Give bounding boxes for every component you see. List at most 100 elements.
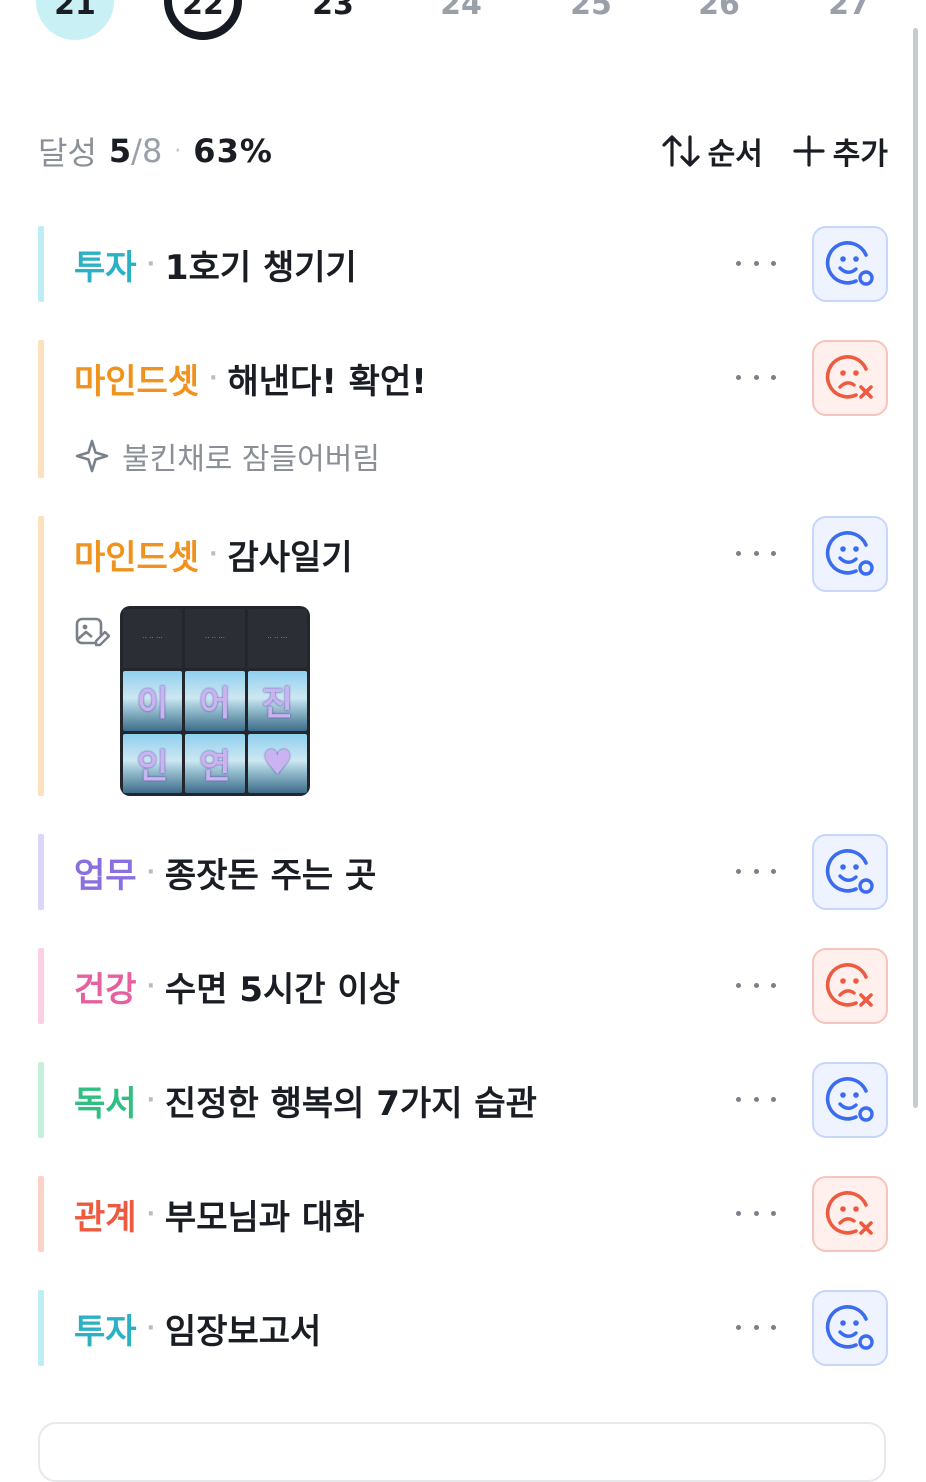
status-fail-button[interactable] xyxy=(812,340,888,416)
date-label: 27 xyxy=(828,0,870,22)
date-25[interactable]: 25 xyxy=(552,0,630,40)
task-title: 종잣돈 주는 곳 xyxy=(164,855,377,896)
date-22[interactable]: 22 xyxy=(164,0,242,40)
date-24[interactable]: 24 xyxy=(422,0,500,40)
status-success-button[interactable] xyxy=(812,1062,888,1138)
separator-dot: · xyxy=(146,251,155,277)
achievement-count: 5/8 xyxy=(109,132,162,170)
task-category: 투자 xyxy=(74,247,137,288)
task-item[interactable]: 투자 · 임장보고서 xyxy=(38,1290,888,1366)
task-category: 업무 xyxy=(74,855,137,896)
task-category: 건강 xyxy=(74,969,137,1010)
task-title: 수면 5시간 이상 xyxy=(164,969,400,1010)
separator-dot: · xyxy=(209,365,218,391)
thumb-cell: 이 xyxy=(123,671,183,731)
more-dots-icon[interactable] xyxy=(736,856,776,886)
date-label: 24 xyxy=(440,0,482,22)
task-note: 불킨채로 잠들어버림 xyxy=(74,434,380,478)
date-label: 21 xyxy=(54,0,96,22)
task-item[interactable]: 업무 · 종잣돈 주는 곳 xyxy=(38,834,888,910)
task-category: 관계 xyxy=(74,1197,137,1238)
date-27[interactable]: 27 xyxy=(810,0,888,40)
thumb-cell: 인 xyxy=(123,733,183,793)
thumb-cell: 어 xyxy=(185,671,245,731)
category-bar xyxy=(38,1290,44,1366)
task-title: 감사일기 xyxy=(227,537,353,578)
sad-x-icon xyxy=(825,1191,873,1235)
add-label: 추가 xyxy=(832,137,888,172)
date-label: 23 xyxy=(312,0,354,22)
task-title: 진정한 행복의 7가지 습관 xyxy=(164,1083,537,1124)
total-count: /8 xyxy=(131,132,163,170)
sparkle-icon xyxy=(75,439,109,473)
task-item[interactable]: 마인드셋 · 감사일기 ·· ·· ··· ·· ·· ··· ·· ·· ··… xyxy=(38,516,888,796)
separator-dot: · xyxy=(209,541,218,567)
bottom-card[interactable] xyxy=(38,1422,886,1482)
status-fail-button[interactable] xyxy=(812,948,888,1024)
sort-arrows-icon xyxy=(661,135,700,167)
status-success-button[interactable] xyxy=(812,226,888,302)
thumb-cell: ·· ·· ··· xyxy=(123,609,183,669)
separator-dot: · xyxy=(146,1087,155,1113)
more-dots-icon[interactable] xyxy=(736,248,776,278)
task-title: 부모님과 대화 xyxy=(164,1197,365,1238)
category-bar xyxy=(38,834,44,910)
separator-dot: · xyxy=(146,1201,155,1227)
task-title: 임장보고서 xyxy=(164,1311,322,1352)
category-bar xyxy=(38,948,44,1024)
achievement-summary: 달성 5/8 · 63% 순서 추가 xyxy=(38,126,888,176)
smile-check-icon xyxy=(825,1305,874,1350)
category-bar xyxy=(38,1062,44,1138)
task-title: 해낸다! 확언! xyxy=(227,361,427,402)
task-item[interactable]: 건강 · 수면 5시간 이상 xyxy=(38,948,888,1024)
separator-dot: · xyxy=(146,1315,155,1341)
date-26[interactable]: 26 xyxy=(680,0,758,40)
date-21[interactable]: 21 xyxy=(36,0,114,40)
photo-thumbnail[interactable]: ·· ·· ··· ·· ·· ··· ·· ·· ··· 이 어 진 인 연 … xyxy=(120,606,310,796)
task-item[interactable]: 독서 · 진정한 행복의 7가지 습관 xyxy=(38,1062,888,1138)
date-strip: 21 22 23 24 25 26 27 xyxy=(0,0,926,48)
task-item[interactable]: 투자 · 1호기 챙기기 xyxy=(38,226,888,302)
date-23[interactable]: 23 xyxy=(294,0,372,40)
task-item[interactable]: 마인드셋 · 해낸다! 확언! 불킨채로 잠들어버림 xyxy=(38,340,888,478)
status-success-button[interactable] xyxy=(812,516,888,592)
date-label: 22 xyxy=(182,0,224,22)
achievement-percent: 63% xyxy=(193,132,273,170)
category-bar xyxy=(38,340,44,478)
photo-edit-icon xyxy=(75,617,110,647)
category-bar xyxy=(38,1176,44,1252)
status-fail-button[interactable] xyxy=(812,1176,888,1252)
date-label: 26 xyxy=(698,0,740,22)
date-label: 25 xyxy=(570,0,612,22)
smile-check-icon xyxy=(825,241,874,286)
thumb-cell: ·· ·· ··· xyxy=(185,609,245,669)
plus-icon xyxy=(793,135,825,167)
sad-x-icon xyxy=(825,963,873,1007)
smile-check-icon xyxy=(825,849,874,894)
note-text: 불킨채로 잠들어버림 xyxy=(122,442,380,477)
task-item[interactable]: 관계 · 부모님과 대화 xyxy=(38,1176,888,1252)
separator-dot: · xyxy=(146,859,155,885)
thumb-cell: ·· ·· ··· xyxy=(247,609,307,669)
task-category: 투자 xyxy=(74,1311,137,1352)
task-category: 마인드셋 xyxy=(74,537,200,578)
more-dots-icon[interactable] xyxy=(736,362,776,392)
more-dots-icon[interactable] xyxy=(736,1312,776,1342)
task-category: 마인드셋 xyxy=(74,361,200,402)
separator-dot: · xyxy=(174,138,182,164)
scrollbar[interactable] xyxy=(913,28,918,1108)
category-bar xyxy=(38,516,44,796)
more-dots-icon[interactable] xyxy=(736,538,776,568)
status-success-button[interactable] xyxy=(812,1290,888,1366)
more-dots-icon[interactable] xyxy=(736,1198,776,1228)
sort-button[interactable]: 순서 xyxy=(660,129,763,173)
more-dots-icon[interactable] xyxy=(736,1084,776,1114)
thumb-cell: 진 xyxy=(247,671,307,731)
achievement-label: 달성 xyxy=(38,134,97,172)
sad-x-icon xyxy=(825,355,873,399)
status-success-button[interactable] xyxy=(812,834,888,910)
add-button[interactable]: 추가 xyxy=(789,129,888,173)
category-bar xyxy=(38,226,44,302)
more-dots-icon[interactable] xyxy=(736,970,776,1000)
task-title: 1호기 챙기기 xyxy=(164,247,357,288)
